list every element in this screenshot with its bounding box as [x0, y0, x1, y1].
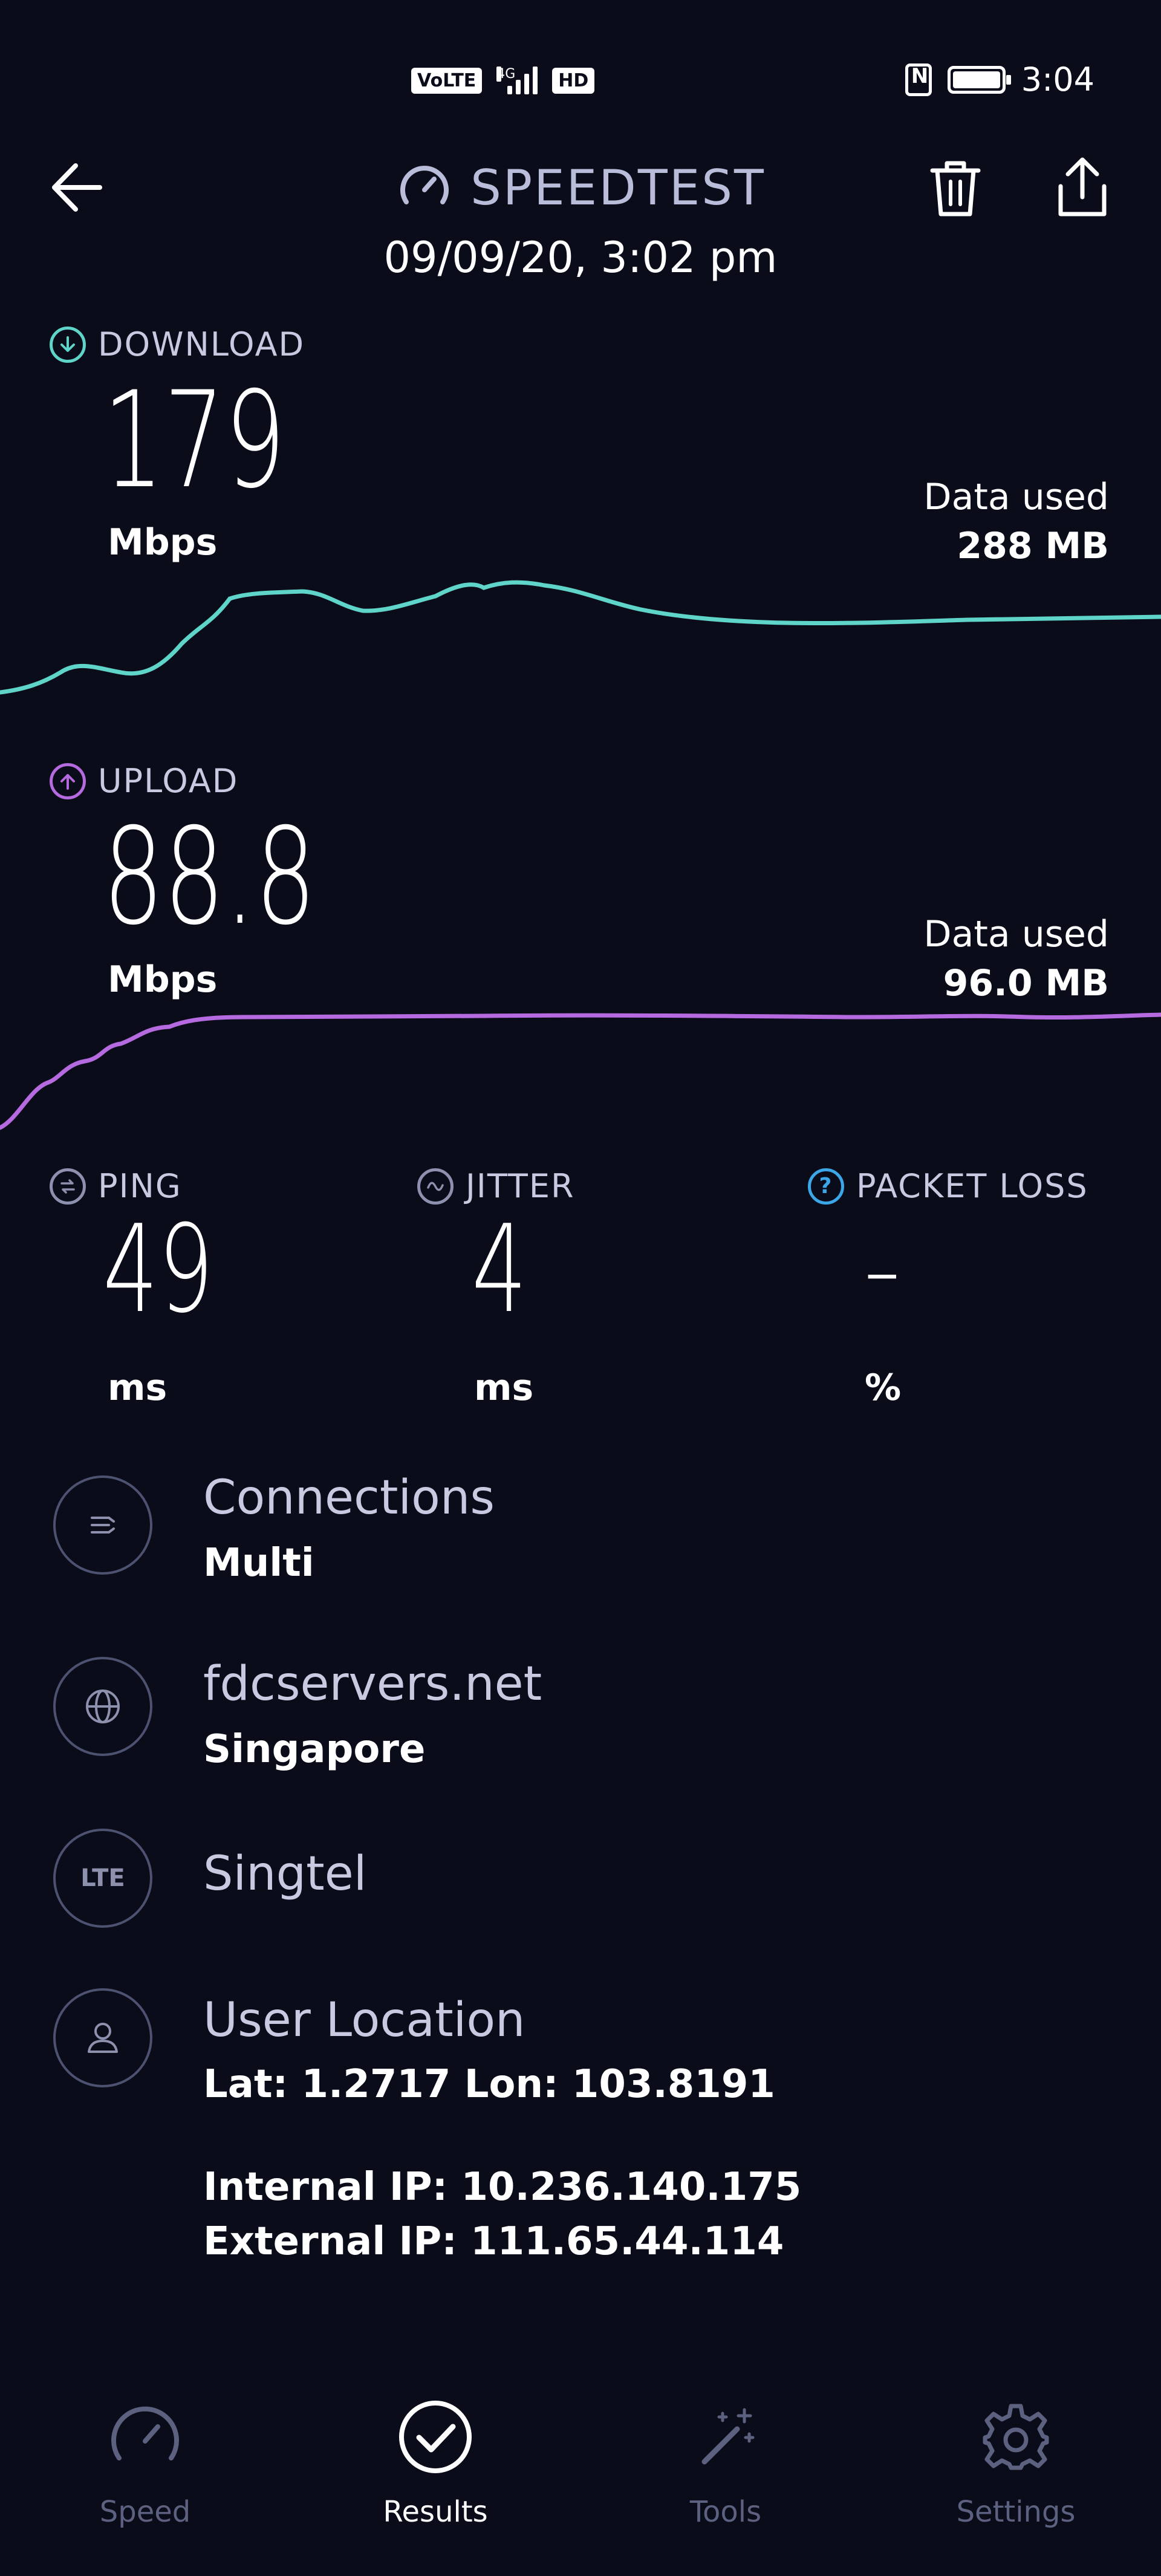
share-button[interactable] [1046, 151, 1119, 224]
check-circle-icon [393, 2395, 478, 2479]
network-indicators: VoLTE 4G HD [411, 67, 595, 94]
upload-value: 88.8 [103, 799, 316, 954]
app-brand: SPEEDTEST [363, 154, 798, 221]
nav-tools[interactable]: Tools [629, 2395, 822, 2576]
download-graph [0, 580, 1161, 695]
clock: 3:04 [1021, 60, 1094, 99]
share-icon [1058, 157, 1107, 216]
nav-results[interactable]: Results [339, 2395, 532, 2576]
volte-badge: VoLTE [411, 67, 483, 94]
download-label-row: DOWNLOAD [50, 325, 305, 363]
upload-graph [0, 1012, 1161, 1130]
nav-settings-label: Settings [956, 2495, 1076, 2529]
gear-icon [974, 2395, 1058, 2479]
upload-unit: Mbps [108, 958, 218, 1001]
download-graph-line [0, 580, 1161, 695]
ping-value: 49 [103, 1199, 214, 1340]
provider-name: Singtel [203, 1847, 367, 1901]
lte-icon: LTE [53, 1829, 152, 1928]
user-coordinates: Lat: 1.2717 Lon: 103.8191 [203, 2062, 775, 2107]
internal-ip: Internal IP: 10.236.140.175 [203, 2165, 802, 2210]
connections-icon [53, 1475, 152, 1575]
upload-label: UPLOAD [98, 762, 239, 800]
upload-label-row: UPLOAD [50, 762, 238, 800]
download-unit: Mbps [108, 521, 218, 564]
download-label: DOWNLOAD [98, 325, 305, 363]
network-type: 4G [496, 67, 516, 82]
ping-unit: ms [108, 1367, 167, 1409]
lte-icon-label: LTE [80, 1864, 125, 1892]
jitter-value: 4 [472, 1199, 527, 1340]
upload-data-used-value: 96.0 MB [943, 962, 1109, 1004]
speedometer-icon [103, 2395, 187, 2479]
nav-speed[interactable]: Speed [48, 2395, 242, 2576]
download-icon [50, 326, 86, 363]
battery-icon [947, 65, 1011, 94]
back-arrow-icon [52, 163, 102, 212]
download-data-used: Data used 288 MB [923, 473, 1109, 571]
ping-icon [50, 1168, 86, 1205]
download-data-used-label: Data used [923, 476, 1109, 518]
packet-loss-label-row: ? PACKET LOSS [808, 1167, 1088, 1205]
jitter-icon [417, 1168, 454, 1205]
status-right: 3:04 [905, 60, 1094, 99]
magic-wand-icon [683, 2395, 768, 2479]
nav-speed-label: Speed [99, 2495, 191, 2529]
help-icon[interactable]: ? [808, 1168, 844, 1205]
upload-data-used-label: Data used [923, 913, 1109, 955]
connections-title: Connections [203, 1471, 495, 1525]
upload-icon [50, 763, 86, 799]
delete-button[interactable] [919, 151, 992, 224]
test-date: 09/09/20, 3:02 pm [383, 233, 778, 282]
nav-settings[interactable]: Settings [919, 2395, 1113, 2576]
upload-graph-line [0, 1012, 1161, 1130]
server-name[interactable]: fdcservers.net [203, 1657, 542, 1711]
back-button[interactable] [42, 151, 115, 224]
user-icon [53, 1988, 152, 2087]
upload-data-used: Data used 96.0 MB [923, 910, 1109, 1008]
bottom-nav: Speed Results Tools Settings [0, 2376, 1161, 2554]
status-bar: VoLTE 4G HD 3:04 [0, 0, 1161, 121]
download-value: 179 [103, 363, 286, 518]
app-title: SPEEDTEST [470, 159, 766, 216]
external-ip: External IP: 111.65.44.114 [203, 2219, 784, 2264]
nav-results-label: Results [383, 2495, 488, 2529]
packet-loss-unit: % [865, 1367, 902, 1409]
trash-icon [930, 161, 981, 216]
nfc-icon [905, 63, 932, 96]
speedtest-logo-icon [400, 166, 449, 204]
user-location-title: User Location [203, 1993, 525, 2047]
nav-tools-label: Tools [689, 2495, 762, 2529]
packet-loss-label: PACKET LOSS [856, 1167, 1088, 1205]
globe-icon[interactable] [53, 1657, 152, 1756]
connections-value: Multi [203, 1541, 314, 1586]
packet-loss-value: – [865, 1213, 900, 1326]
signal-icon: 4G [496, 67, 538, 94]
jitter-unit: ms [474, 1367, 534, 1409]
server-location: Singapore [203, 1727, 426, 1772]
download-data-used-value: 288 MB [957, 525, 1109, 567]
hd-badge: HD [552, 67, 595, 94]
